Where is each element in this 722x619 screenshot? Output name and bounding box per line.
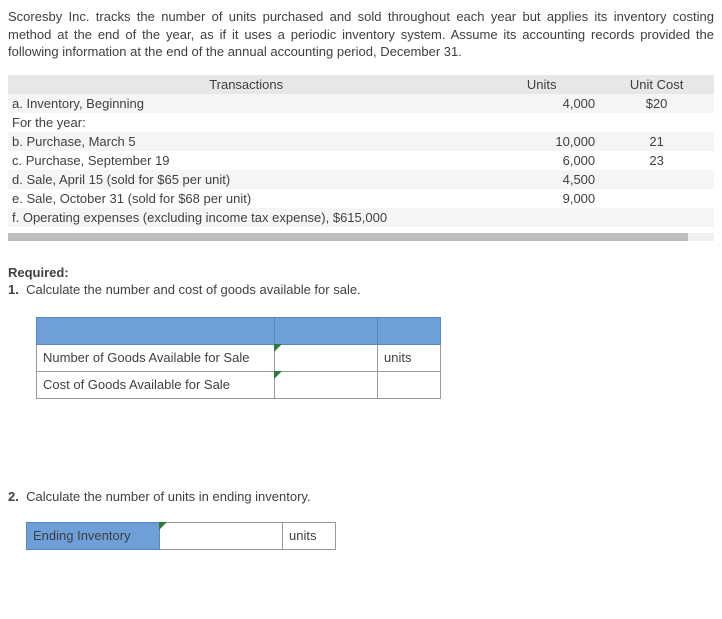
table-cell: 9,000 (484, 189, 599, 208)
q1-answer-table: Number of Goods Available for Sale units… (36, 317, 441, 399)
q1-row1-label: Number of Goods Available for Sale (37, 344, 275, 371)
blank-header (378, 317, 441, 344)
table-cell: 21 (599, 132, 714, 151)
header-units: Units (484, 75, 599, 94)
q2-number: 2. (8, 489, 19, 504)
q1-text: Calculate the number and cost of goods a… (26, 282, 361, 297)
q2-row-label: Ending Inventory (27, 522, 160, 549)
q1-goods-number-input[interactable] (275, 344, 378, 371)
table-cell: 10,000 (484, 132, 599, 151)
table-cell: 4,500 (484, 170, 599, 189)
required-heading: Required: (8, 265, 714, 280)
q1-row2-unit (378, 371, 441, 398)
input-flag-icon (274, 344, 282, 352)
input-flag-icon (159, 522, 167, 530)
scrollbar-thumb[interactable] (8, 233, 688, 241)
horizontal-scrollbar[interactable] (8, 233, 714, 241)
header-transactions: Transactions (8, 75, 484, 94)
q1-number: 1. (8, 282, 19, 297)
table-row: a. Inventory, Beginning (8, 94, 484, 113)
table-cell: $20 (599, 94, 714, 113)
input-flag-icon (274, 371, 282, 379)
table-row: c. Purchase, September 19 (8, 151, 484, 170)
table-row: f. Operating expenses (excluding income … (8, 208, 484, 227)
table-cell (484, 208, 599, 227)
table-cell (484, 113, 599, 132)
q1-goods-cost-input[interactable] (275, 371, 378, 398)
table-row: For the year: (8, 113, 484, 132)
table-row: d. Sale, April 15 (sold for $65 per unit… (8, 170, 484, 189)
transactions-table: Transactions Units Unit Cost a. Inventor… (8, 75, 714, 227)
blank-header (275, 317, 378, 344)
header-unit-cost: Unit Cost (599, 75, 714, 94)
table-cell: 4,000 (484, 94, 599, 113)
q2-answer-table: Ending Inventory units (26, 522, 336, 550)
table-row: b. Purchase, March 5 (8, 132, 484, 151)
table-row: e. Sale, October 31 (sold for $68 per un… (8, 189, 484, 208)
q1-row2-label: Cost of Goods Available for Sale (37, 371, 275, 398)
blank-header (37, 317, 275, 344)
q2-text: Calculate the number of units in ending … (26, 489, 310, 504)
table-cell (599, 113, 714, 132)
table-cell (599, 189, 714, 208)
problem-intro: Scoresby Inc. tracks the number of units… (8, 8, 714, 61)
q2-ending-inventory-input[interactable] (160, 522, 283, 549)
q1-row1-unit: units (378, 344, 441, 371)
table-cell: 6,000 (484, 151, 599, 170)
table-cell: 23 (599, 151, 714, 170)
table-cell (599, 170, 714, 189)
q2-row-unit: units (283, 522, 336, 549)
table-cell (599, 208, 714, 227)
